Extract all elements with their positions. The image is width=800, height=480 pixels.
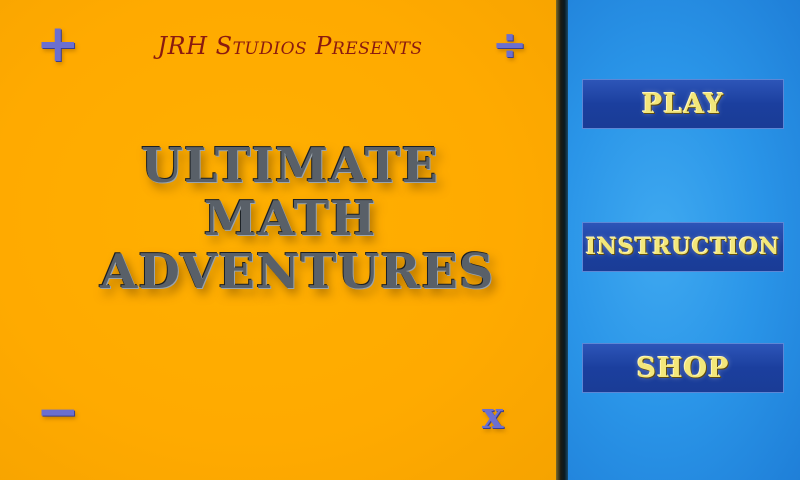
divide-icon: ÷ (492, 20, 528, 69)
panel-divider (556, 0, 568, 480)
instruction-button[interactable]: INSTRUCTION (582, 222, 784, 272)
title-line-1: ULTIMATE (141, 138, 439, 194)
shop-button[interactable]: SHOP (582, 343, 784, 393)
times-icon: x (482, 395, 504, 437)
game-title: ULTIMATE MATH ADVENTURES (100, 138, 495, 300)
play-button[interactable]: PLAY (582, 79, 784, 129)
title-line-3: ADVENTURES (100, 244, 495, 300)
title-line-2: MATH (203, 191, 377, 247)
plus-icon: + (36, 14, 80, 74)
minus-icon: − (36, 382, 80, 442)
